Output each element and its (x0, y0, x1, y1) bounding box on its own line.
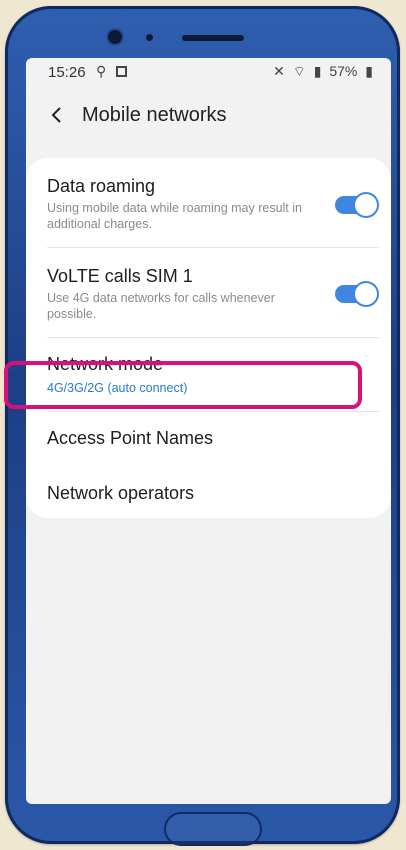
photo-icon (116, 66, 127, 77)
proximity-sensor (146, 34, 153, 41)
location-icon: ⚲ (96, 63, 107, 79)
front-camera (108, 30, 122, 44)
back-chevron-icon[interactable] (46, 104, 68, 126)
battery-percent: 57% (329, 63, 358, 79)
page-title: Mobile networks (82, 104, 227, 126)
setting-access-point-names[interactable]: Access Point Names (26, 412, 391, 466)
setting-subtitle: Using mobile data while roaming may resu… (47, 201, 302, 231)
volte-toggle[interactable] (335, 283, 377, 305)
setting-title: Data roaming (47, 176, 156, 196)
mute-icon: ✕ (273, 63, 285, 79)
toggle-knob (355, 283, 377, 305)
phone-screen: 15:26 ⚲ ✕ ⌔ ▮ 57% ▮ Mobile networks Data… (26, 58, 391, 804)
data-roaming-toggle[interactable] (335, 194, 377, 216)
settings-card: Data roaming Using mobile data while roa… (26, 158, 391, 518)
home-button[interactable] (164, 812, 262, 846)
setting-network-operators[interactable]: Network operators (26, 466, 391, 518)
setting-subtitle: Use 4G data networks for calls whenever … (47, 291, 275, 321)
earpiece-speaker (182, 35, 244, 41)
battery-icon: ▮ (365, 63, 373, 79)
setting-data-roaming[interactable]: Data roaming Using mobile data while roa… (26, 158, 391, 250)
phone-top-bezel (5, 6, 400, 66)
phone-frame: 15:26 ⚲ ✕ ⌔ ▮ 57% ▮ Mobile networks Data… (5, 6, 400, 846)
app-bar: Mobile networks (26, 94, 391, 136)
toggle-knob (355, 194, 377, 216)
setting-volte[interactable]: VoLTE calls SIM 1 Use 4G data networks f… (26, 248, 391, 338)
status-right-icons: ✕ ⌔ ▮ 57% ▮ (269, 63, 373, 81)
status-bar: 15:26 ⚲ ✕ ⌔ ▮ 57% ▮ (26, 58, 391, 86)
status-time: 15:26 (48, 64, 86, 81)
highlight-box (4, 361, 362, 409)
setting-title: VoLTE calls SIM 1 (47, 266, 193, 286)
wifi-icon: ⌔ (292, 63, 306, 79)
signal-icon: ▮ (313, 63, 322, 79)
setting-title: Network operators (47, 483, 195, 503)
setting-title: Access Point Names (47, 428, 214, 448)
